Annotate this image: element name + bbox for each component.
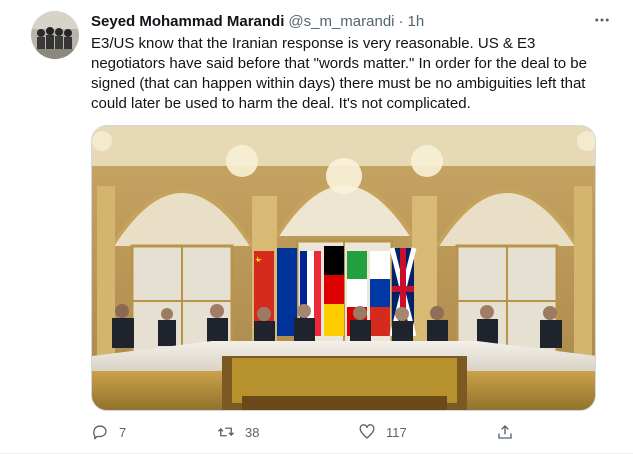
more-button[interactable] <box>591 9 613 31</box>
tweet-photo[interactable] <box>91 125 596 411</box>
avatar[interactable] <box>31 11 79 59</box>
tweet[interactable]: Seyed Mohammad Marandi @s_m_marandi · 1h… <box>0 0 633 454</box>
reply-button[interactable]: 7 <box>91 420 126 444</box>
retweet-count: 38 <box>245 424 260 440</box>
tweet-text-line: could later be used to harm the deal. It… <box>91 95 471 112</box>
tweet-text-line: signed (that can happen within days) the… <box>91 75 586 92</box>
tweet-text-line: negotiators have said before that "words… <box>91 55 587 72</box>
header-separator: · <box>398 12 404 30</box>
reply-icon <box>93 425 107 440</box>
tweet-header: Seyed Mohammad Marandi @s_m_marandi · 1h <box>91 11 613 31</box>
like-button[interactable]: 117 <box>358 420 407 444</box>
tweet-actions: 7 38 117 <box>91 420 521 444</box>
share-icon <box>498 425 512 439</box>
reply-count: 7 <box>119 424 127 440</box>
more-icon <box>595 18 609 22</box>
author-handle[interactable]: @s_m_marandi <box>288 13 394 30</box>
author-display-name[interactable]: Seyed Mohammad Marandi <box>91 13 284 30</box>
tweet-text-line: E3/US know that the Iranian response is … <box>91 35 536 52</box>
tweet-text: E3/US know that the Iranian response is … <box>91 34 613 114</box>
tweet-timestamp[interactable]: 1h <box>408 13 425 30</box>
like-count: 117 <box>386 424 407 440</box>
share-button[interactable] <box>496 420 514 444</box>
retweet-button[interactable]: 38 <box>217 420 259 444</box>
retweet-icon <box>218 427 234 437</box>
like-icon <box>359 424 375 439</box>
